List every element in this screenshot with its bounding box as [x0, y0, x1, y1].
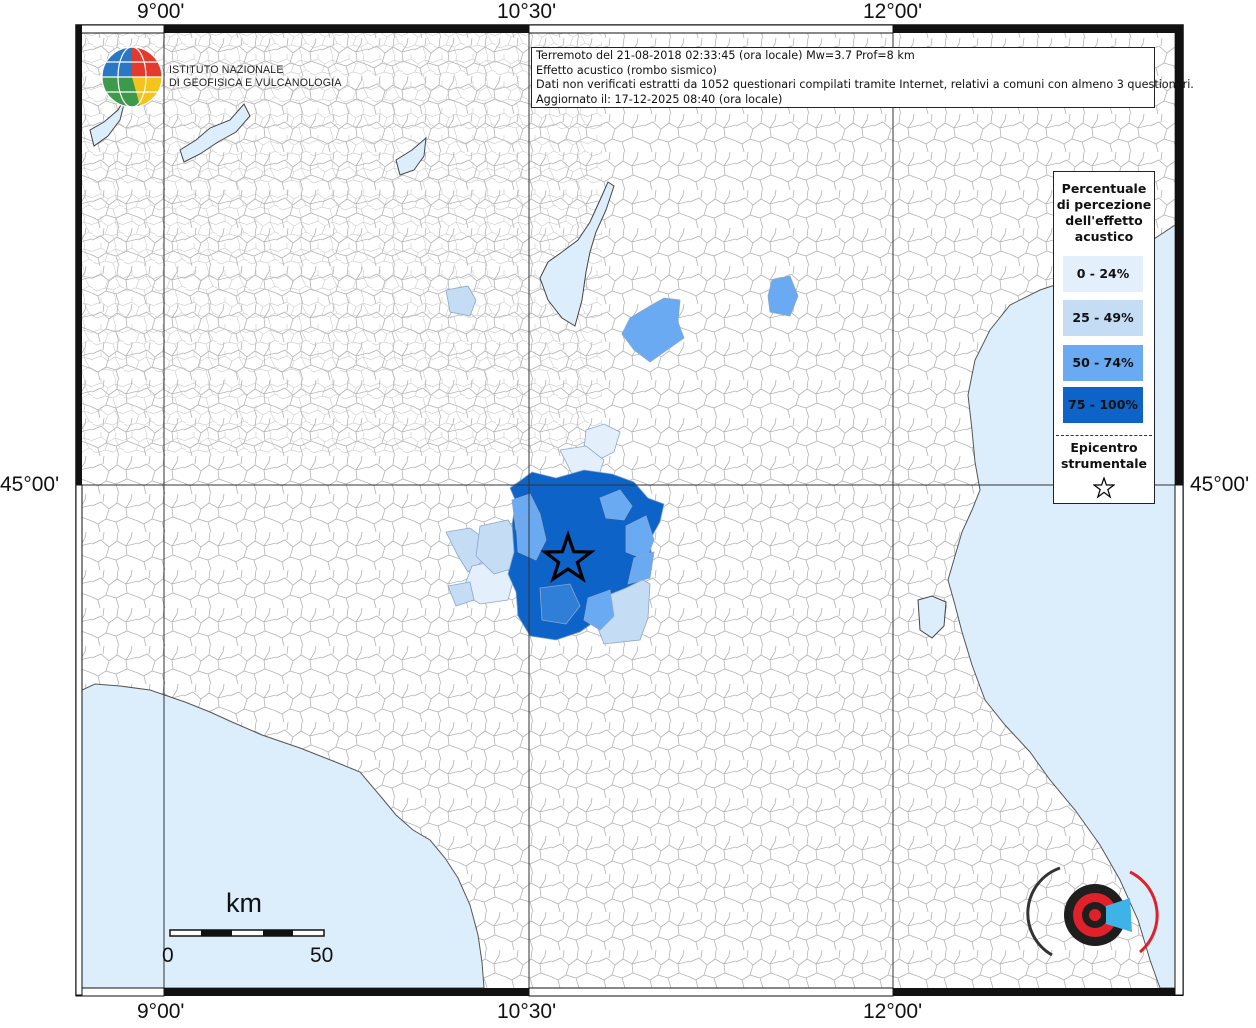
- ingv-name-line1: ISTITUTO NAZIONALE: [169, 64, 284, 76]
- scale-start: 0: [162, 944, 174, 967]
- event-info-line1: Terremoto del 21-08-2018 02:33:45 (ora l…: [536, 49, 915, 62]
- map-canvas: [75, 24, 1184, 997]
- legend-epicenter-line2: strumentale: [1060, 456, 1148, 471]
- scale-bar: [169, 929, 325, 937]
- legend-title-line1: Percentuale: [1061, 181, 1147, 196]
- ingv-logo-icon: [101, 46, 163, 108]
- legend-class-0: 0 - 24%: [1063, 256, 1143, 292]
- event-info-line4: Aggiornato il: 17-12-2025 08:40 (ora loc…: [536, 92, 783, 106]
- scale-end: 50: [310, 944, 334, 967]
- legend-epicenter-label: Epicentro strumentale: [1054, 440, 1154, 472]
- legend-star-icon: [1093, 477, 1115, 499]
- ingv-logo-text: ISTITUTO NAZIONALE DI GEOFISICA E VULCAN…: [169, 64, 342, 90]
- legend: Percentuale di percezione dell'effetto a…: [1053, 171, 1155, 504]
- lon-label-bottom-east: 12°00': [863, 1000, 923, 1023]
- legend-epicenter-line1: Epicentro: [1070, 440, 1138, 455]
- legend-class-3: 75 - 100%: [1063, 387, 1143, 423]
- lon-label-bottom-center: 10°30': [497, 1000, 557, 1023]
- lon-label-top-west: 9°00': [137, 0, 185, 23]
- ingv-name-line2: DI GEOFISICA E VULCANOLOGIA: [169, 77, 342, 89]
- lon-label-top-east: 12°00': [863, 0, 923, 23]
- event-info-box: Terremoto del 21-08-2018 02:33:45 (ora l…: [531, 47, 1194, 108]
- municipality-boundaries-north: [82, 33, 602, 453]
- lat-label-east: 45°00': [1190, 473, 1250, 496]
- intensity-map: 9°00' 10°30' 12°00' 9°00' 10°30' 12°00' …: [0, 0, 1256, 1024]
- lon-label-top-center: 10°30': [497, 0, 557, 23]
- legend-separator: [1056, 435, 1152, 436]
- scale-unit: km: [226, 888, 262, 918]
- event-info-line2: Effetto acustico (rombo sismico): [536, 63, 717, 77]
- legend-title-line3: dell'effetto: [1065, 213, 1143, 228]
- legend-class-1: 25 - 49%: [1063, 300, 1143, 336]
- legend-class-2: 50 - 74%: [1063, 345, 1143, 381]
- legend-title: Percentuale di percezione dell'effetto a…: [1054, 181, 1154, 245]
- legend-title-line2: di percezione: [1056, 197, 1152, 212]
- lat-label-west: 45°00': [0, 473, 60, 496]
- lon-label-bottom-west: 9°00': [137, 1000, 185, 1023]
- legend-title-line4: acustico: [1074, 229, 1134, 244]
- event-info-line3: Dati non verificati estratti da 1052 que…: [536, 78, 1194, 92]
